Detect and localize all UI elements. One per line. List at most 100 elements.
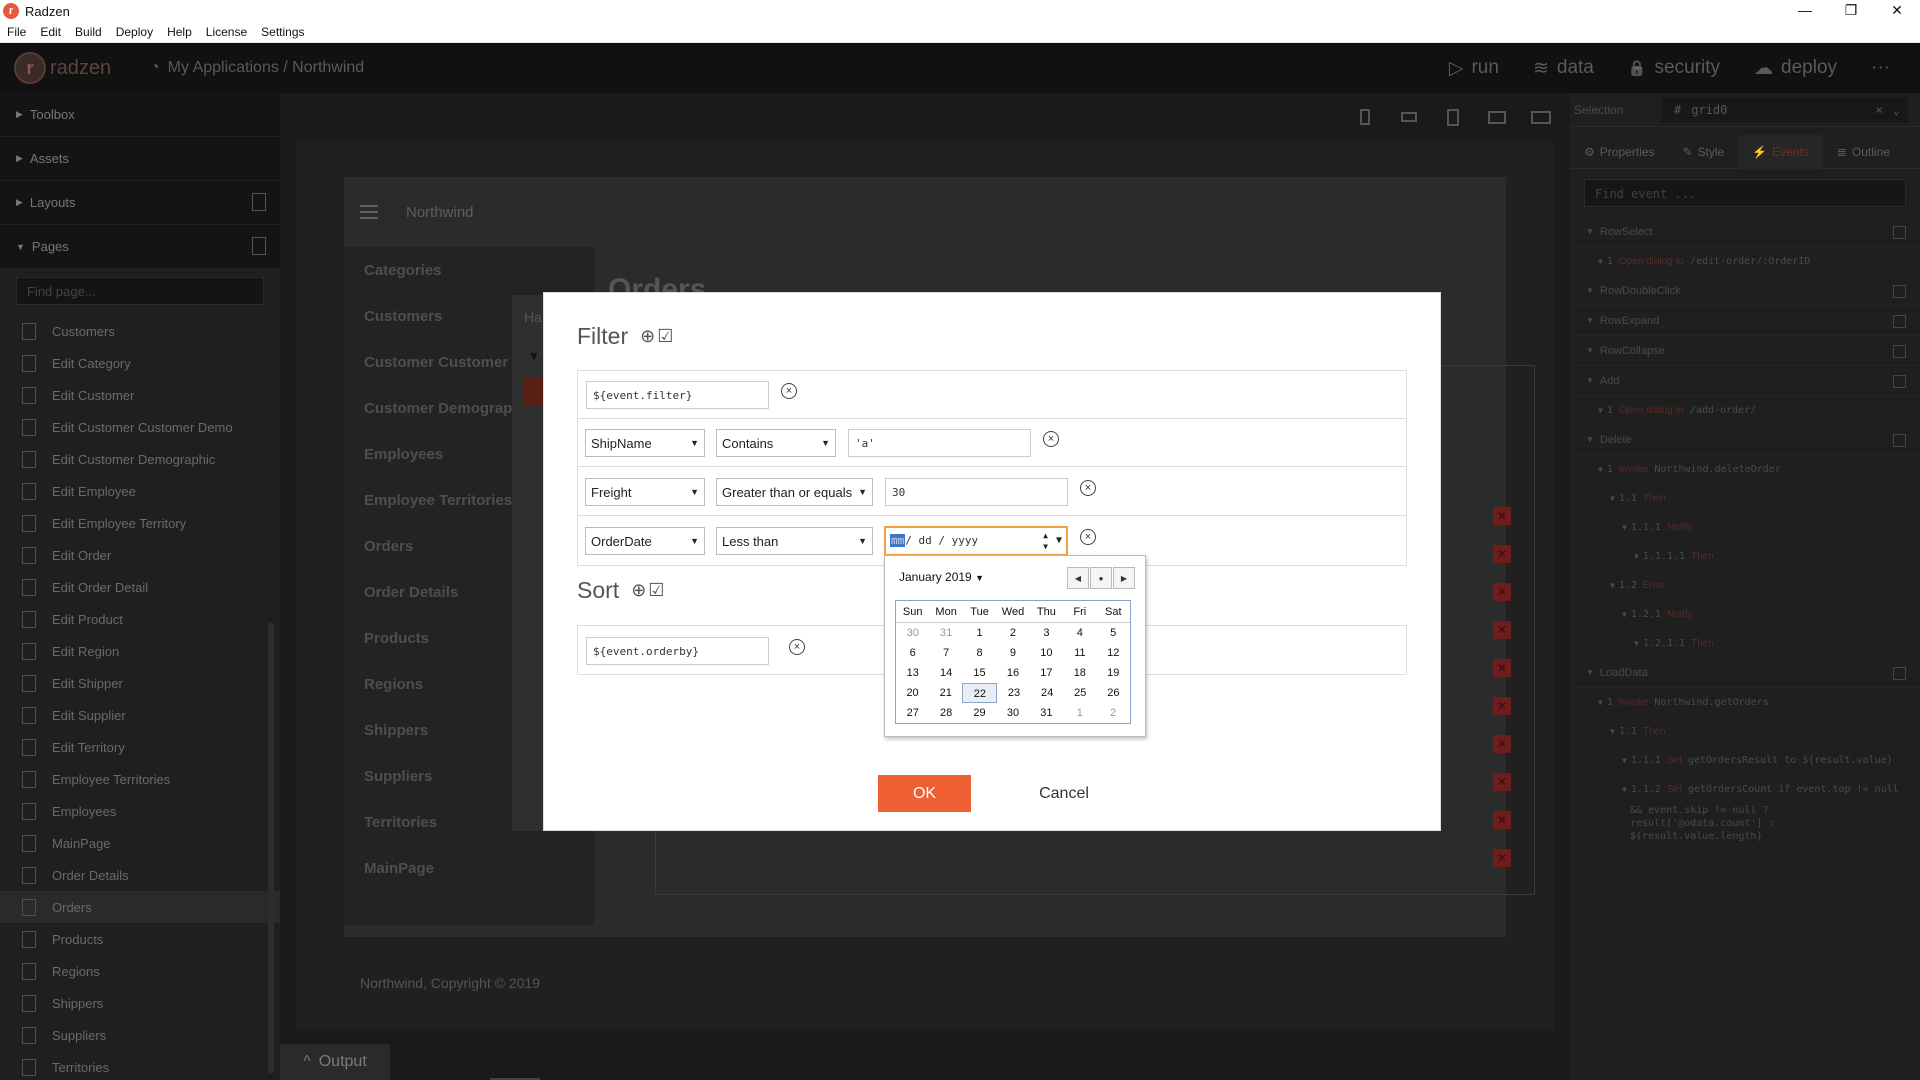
event-action[interactable]: ▼ 1.1 Then (1570, 717, 1920, 746)
tab-outline[interactable]: ≣ Outline (1823, 135, 1904, 169)
calendar-dropdown-icon[interactable]: ▼ (1056, 535, 1062, 546)
data-button[interactable]: ≋ data (1533, 57, 1594, 80)
calendar-day[interactable]: 13 (896, 663, 929, 683)
add-layout-icon[interactable] (252, 193, 266, 211)
field-select[interactable]: Freight ▼ (585, 478, 705, 506)
event-action[interactable]: ▼ 1.2 Error (1570, 571, 1920, 600)
calendar-day[interactable]: 7 (929, 643, 962, 663)
add-edit-icon[interactable]: ⊕☑ (640, 326, 675, 347)
calendar-day[interactable]: 30 (896, 623, 929, 643)
tablet-landscape-icon[interactable] (1478, 101, 1516, 133)
calendar-day[interactable]: 15 (963, 663, 996, 683)
event-action[interactable]: ▼ 1.2.1 Notify (1570, 600, 1920, 629)
remove-filter-icon[interactable]: × (781, 383, 797, 399)
event-row[interactable]: ▼ RowDoubleClick (1570, 276, 1920, 306)
calendar-day[interactable]: 6 (896, 643, 929, 663)
calendar-day[interactable]: 16 (996, 663, 1029, 683)
operator-select[interactable]: Less than ▼ (716, 527, 873, 555)
value-input[interactable]: 30 (885, 478, 1068, 506)
calendar-day[interactable]: 8 (963, 643, 996, 663)
calendar-day[interactable]: 21 (929, 683, 962, 703)
close-icon[interactable]: ✕ (1874, 0, 1920, 22)
event-row[interactable]: ▼ RowSelect (1570, 217, 1920, 247)
page-item[interactable]: Orders (0, 891, 280, 923)
add-edit-icon[interactable]: ⊕☑ (631, 580, 666, 601)
desktop-icon[interactable] (1522, 101, 1560, 133)
field-select[interactable]: OrderDate ▼ (585, 527, 705, 555)
add-page-icon[interactable] (252, 237, 266, 255)
date-input[interactable]: mm/ dd / yyyy ▲ ▼ ▼ (884, 526, 1068, 556)
date-month-segment[interactable]: mm (890, 534, 906, 547)
calendar-day[interactable]: 9 (996, 643, 1029, 663)
calendar-day[interactable]: 1 (1063, 703, 1096, 723)
event-row[interactable]: ▼ RowExpand (1570, 306, 1920, 336)
calendar-day[interactable]: 2 (1097, 703, 1130, 723)
page-item[interactable]: Edit Order (0, 539, 280, 571)
chevron-down-icon[interactable]: ⌄ (1893, 103, 1900, 117)
page-item[interactable]: Edit Territory (0, 731, 280, 763)
find-event-input[interactable]: Find event ... (1584, 179, 1906, 207)
event-row[interactable]: ▼ Add (1570, 366, 1920, 396)
spinner-icon[interactable]: ▲ ▼ (1043, 530, 1048, 552)
calendar-day[interactable]: 20 (896, 683, 929, 703)
selection-input[interactable]: # grid0 × ⌄ (1662, 96, 1908, 123)
page-item[interactable]: Shippers (0, 987, 280, 1019)
page-item[interactable]: Employees (0, 795, 280, 827)
page-item[interactable]: Edit Category (0, 347, 280, 379)
page-search-input[interactable]: Find page... (16, 277, 264, 305)
page-item[interactable]: Customers (0, 315, 280, 347)
tab-events[interactable]: ⚡ Events (1738, 134, 1823, 169)
calendar-day[interactable]: 18 (1063, 663, 1096, 683)
section-toolbox[interactable]: ▶ Toolbox (0, 93, 280, 137)
ok-button[interactable]: OK (878, 775, 971, 812)
date-rest-segments[interactable]: / dd / yyyy (905, 534, 978, 547)
section-layouts[interactable]: ▶ Layouts (0, 181, 280, 225)
more-button[interactable]: ··· (1871, 57, 1890, 79)
section-pages[interactable]: ▼ Pages (0, 225, 280, 269)
event-row[interactable]: ▼ LoadData (1570, 658, 1920, 688)
cancel-button[interactable]: Cancel (1014, 775, 1114, 812)
event-action[interactable]: ▼ 1 Open dialog to/edit-order/:OrderID (1570, 247, 1920, 276)
event-row[interactable]: ▼ RowCollapse (1570, 336, 1920, 366)
event-action[interactable]: ▼ 1.1.1 Set getOrdersResult to ${result.val… (1570, 746, 1920, 775)
menu-help[interactable]: Help (160, 25, 199, 39)
remove-filter-icon[interactable]: × (1043, 431, 1059, 447)
calendar-day[interactable]: 28 (929, 703, 962, 723)
calendar-day[interactable]: 24 (1031, 683, 1064, 703)
calendar-day[interactable]: 19 (1097, 663, 1130, 683)
page-item[interactable]: Edit Region (0, 635, 280, 667)
tab-properties[interactable]: ⚙ Properties (1570, 135, 1668, 169)
page-item[interactable]: Products (0, 923, 280, 955)
value-input[interactable]: 'a' (848, 429, 1031, 457)
page-item[interactable]: Regions (0, 955, 280, 987)
page-item[interactable]: Edit Supplier (0, 699, 280, 731)
page-item[interactable]: Edit Order Detail (0, 571, 280, 603)
menu-build[interactable]: Build (68, 25, 109, 39)
calendar-day[interactable]: 22 (962, 683, 998, 703)
calendar-day[interactable]: 4 (1063, 623, 1096, 643)
page-item[interactable]: Edit Customer Demographic (0, 443, 280, 475)
run-button[interactable]: ▷ run (1449, 57, 1499, 80)
calendar-day[interactable]: 23 (997, 683, 1030, 703)
page-item[interactable]: Edit Customer Customer Demo (0, 411, 280, 443)
remove-filter-icon[interactable]: × (1080, 480, 1096, 496)
restore-icon[interactable]: ❐ (1828, 0, 1874, 22)
tablet-portrait-icon[interactable] (1434, 101, 1472, 133)
calendar-day[interactable]: 25 (1064, 683, 1097, 703)
page-item[interactable]: Edit Customer (0, 379, 280, 411)
sidebar-scrollbar[interactable] (268, 623, 274, 1073)
calendar-day[interactable]: 31 (1030, 703, 1063, 723)
calendar-day[interactable]: 31 (929, 623, 962, 643)
remove-filter-icon[interactable]: × (1080, 529, 1096, 545)
page-item[interactable]: Edit Shipper (0, 667, 280, 699)
page-item[interactable]: Edit Employee Territory (0, 507, 280, 539)
breadcrumb[interactable]: ◔ My Applications / Northwind (150, 59, 364, 77)
phone-portrait-icon[interactable] (1346, 101, 1384, 133)
calendar-day[interactable]: 2 (996, 623, 1029, 643)
filter-expression-input[interactable]: ${event.filter} (586, 381, 769, 409)
calendar-day[interactable]: 5 (1097, 623, 1130, 643)
event-action[interactable]: ▼ 1.1.2 Set getOrdersCount if event.top != … (1570, 775, 1920, 804)
event-action[interactable]: ▼ 1.1.1 Notify (1570, 513, 1920, 542)
menu-deploy[interactable]: Deploy (109, 25, 160, 39)
menu-settings[interactable]: Settings (254, 25, 311, 39)
